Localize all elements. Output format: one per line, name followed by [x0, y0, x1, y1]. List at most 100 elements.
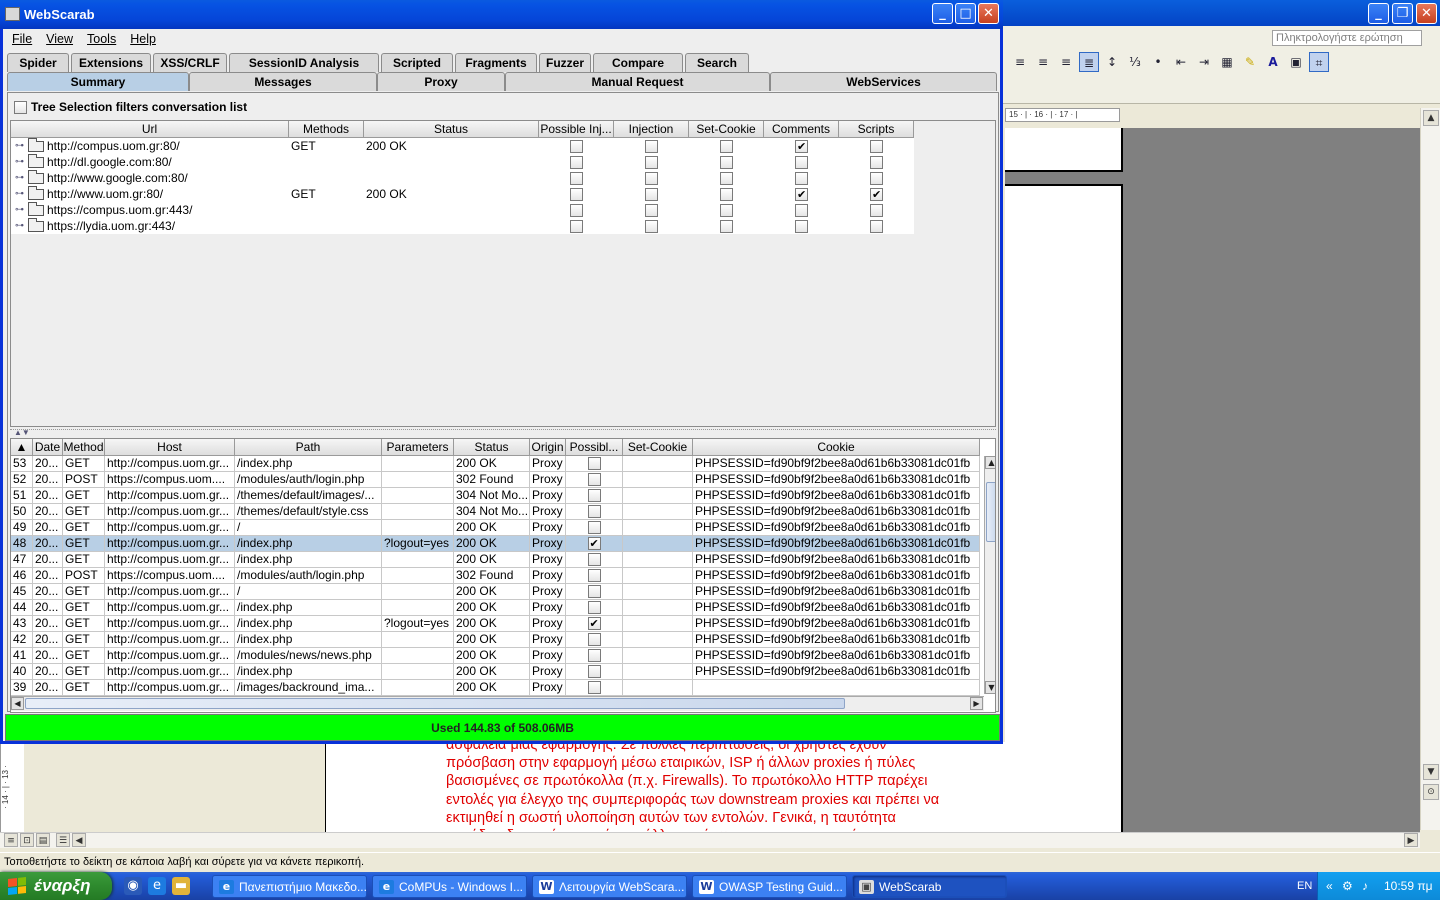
conversation-row[interactable]: 49 20... GET http://compus.uom.gr.../ 200 OK… [11, 520, 980, 536]
close-icon[interactable]: ✕ [1416, 3, 1437, 24]
tree-column-header[interactable]: Comments [764, 121, 839, 138]
tab-messages[interactable]: Messages [189, 72, 377, 91]
tree-selection-checkbox[interactable] [14, 100, 27, 114]
tree-column-header[interactable]: Url [11, 121, 289, 138]
set-cookie-checkbox[interactable] [720, 188, 733, 202]
conversation-row[interactable]: 40 20... GET http://compus.uom.gr.../index.… [11, 664, 980, 680]
tree-expand-icon[interactable]: ⊶ [15, 202, 25, 218]
tree-row[interactable]: ⊶ http://compus.uom.gr:80/GET 200 OK [11, 138, 914, 154]
tree-selection-filter[interactable]: Tree Selection filters conversation list [14, 100, 247, 114]
conversation-row[interactable]: 50 20... GET http://compus.uom.gr.../themes… [11, 504, 980, 520]
increase-indent-icon[interactable]: ⇥ [1194, 52, 1214, 72]
set-cookie-checkbox[interactable] [720, 204, 733, 218]
set-cookie-checkbox[interactable] [720, 220, 733, 234]
tab-scripted[interactable]: Scripted [381, 53, 453, 72]
conversation-column-header[interactable]: Host [105, 439, 235, 456]
start-button[interactable]: έναρξη [0, 872, 112, 900]
possible-injection-checkbox[interactable] [587, 457, 601, 471]
font-color-icon[interactable]: A [1263, 52, 1283, 72]
conversation-column-header[interactable]: Origin [530, 439, 566, 456]
split-pane-divider[interactable]: ▲▼ [10, 429, 996, 437]
ask-question-input[interactable]: Πληκτρολογήστε ερώτηση [1272, 30, 1422, 46]
network-icon[interactable]: ⚙ [1342, 872, 1353, 900]
tree-column-header[interactable]: Status [364, 121, 539, 138]
possible-inj-checkbox[interactable] [570, 188, 583, 202]
scroll-down-icon[interactable]: ▼ [985, 681, 995, 694]
conversation-column-header[interactable]: Set-Cookie [623, 439, 693, 456]
tree-expand-icon[interactable]: ⊶ [15, 154, 25, 170]
print-view-icon[interactable]: ▤ [36, 833, 50, 847]
taskbar-button[interactable]: W OWASP Testing Guid... [692, 875, 847, 898]
show-desktop-icon[interactable]: ◉ [124, 877, 142, 895]
numbering-icon[interactable]: ⅓ [1125, 52, 1145, 72]
conversation-column-header[interactable]: Method [63, 439, 105, 456]
tree-expand-icon[interactable]: ⊶ [15, 186, 25, 202]
tree-expand-icon[interactable]: ⊶ [15, 138, 25, 154]
possible-injection-checkbox[interactable] [587, 569, 601, 583]
scroll-left-icon[interactable]: ◀ [11, 697, 24, 710]
tab-proxy[interactable]: Proxy [377, 72, 505, 91]
comments-checkbox[interactable] [795, 172, 808, 186]
scripts-checkbox[interactable] [870, 172, 883, 186]
possible-inj-checkbox[interactable] [570, 172, 583, 186]
taskbar-button[interactable]: W Λειτουργία WebScara... [532, 875, 687, 898]
taskbar-button[interactable]: ▣ WebScarab [852, 875, 1007, 898]
conversation-row[interactable]: 48 20... GET http://compus.uom.gr.../index.… [11, 536, 980, 552]
scroll-left-icon[interactable]: ◀ [72, 833, 86, 847]
injection-checkbox[interactable] [645, 204, 658, 218]
scroll-down-icon[interactable]: ▼ [1423, 764, 1439, 780]
conversation-row[interactable]: 46 20... POST https://compus.uom..../module… [11, 568, 980, 584]
comments-checkbox[interactable] [795, 187, 808, 202]
menu-file[interactable]: File [5, 29, 39, 50]
possible-injection-checkbox[interactable] [587, 521, 601, 535]
ie-icon[interactable]: e [148, 877, 166, 895]
menu-help[interactable]: Help [123, 29, 163, 50]
set-cookie-checkbox[interactable] [720, 140, 733, 154]
normal-view-icon[interactable]: ≡ [4, 833, 18, 847]
scroll-up-icon[interactable]: ▲ [1423, 110, 1439, 126]
tab-summary[interactable]: Summary [7, 72, 189, 91]
conversation-column-header[interactable]: Date [33, 439, 63, 456]
maximize-icon[interactable]: □ [955, 3, 976, 24]
conversation-column-header[interactable]: ▲ [11, 439, 33, 456]
tab-extensions[interactable]: Extensions [71, 53, 151, 72]
possible-injection-checkbox[interactable] [587, 473, 601, 487]
tree-column-header[interactable]: Scripts [839, 121, 914, 138]
border-icon[interactable]: ▦ [1217, 52, 1237, 72]
scripts-checkbox[interactable] [870, 220, 883, 234]
language-indicator[interactable]: EN [1297, 872, 1312, 900]
conversation-column-header[interactable]: Possibl... [566, 439, 623, 456]
outline-view-icon[interactable]: ☰ [56, 833, 70, 847]
conversation-vscrollbar[interactable]: ▲ ▼ [984, 456, 995, 694]
web-view-icon[interactable]: ⊡ [20, 833, 34, 847]
minimize-icon[interactable]: _ [1368, 3, 1389, 24]
tab-sessionid-analysis[interactable]: SessionID Analysis [229, 53, 379, 72]
tree-column-header[interactable]: Methods [289, 121, 364, 138]
possible-injection-checkbox[interactable] [587, 601, 601, 615]
possible-injection-checkbox[interactable] [587, 681, 601, 695]
conversation-column-header[interactable]: Parameters [382, 439, 454, 456]
possible-injection-checkbox[interactable] [587, 553, 601, 567]
possible-inj-checkbox[interactable] [570, 220, 583, 234]
justify-icon[interactable]: ≣ [1079, 52, 1099, 72]
injection-checkbox[interactable] [645, 188, 658, 202]
menu-view[interactable]: View [39, 29, 80, 50]
possible-injection-checkbox[interactable] [587, 665, 601, 679]
conversation-row[interactable]: 44 20... GET http://compus.uom.gr.../index.… [11, 600, 980, 616]
align-right-icon[interactable]: ≡ [1056, 52, 1076, 72]
scroll-right-icon[interactable]: ▶ [970, 697, 983, 710]
scripts-checkbox[interactable] [870, 140, 883, 154]
vertical-scrollbar[interactable]: ▲ ▼ ⊙ [1420, 108, 1440, 830]
possible-inj-checkbox[interactable] [570, 140, 583, 154]
comments-checkbox[interactable] [795, 204, 808, 218]
scripts-checkbox[interactable] [870, 187, 883, 202]
possible-inj-checkbox[interactable] [570, 204, 583, 218]
conversation-column-header[interactable]: Status [454, 439, 530, 456]
possible-injection-checkbox[interactable] [587, 585, 601, 599]
tray-expand-icon[interactable]: « [1326, 872, 1333, 900]
tab-spider[interactable]: Spider [7, 53, 69, 72]
comments-checkbox[interactable] [795, 139, 808, 154]
tab-xss-crlf[interactable]: XSS/CRLF [153, 53, 227, 72]
injection-checkbox[interactable] [645, 140, 658, 154]
tree-row[interactable]: ⊶ http://www.google.com:80/ [11, 170, 914, 186]
